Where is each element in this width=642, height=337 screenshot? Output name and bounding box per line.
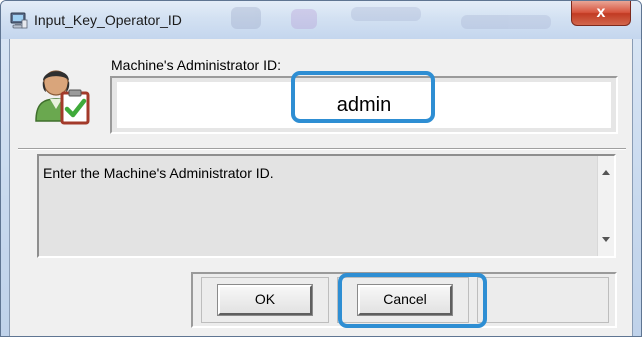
message-text: Enter the Machine's Administrator ID. [43,165,274,181]
scroll-down-arrow-icon[interactable] [602,237,610,242]
computer-icon [10,11,28,29]
scroll-up-arrow-icon[interactable] [602,170,610,175]
admin-id-label: Machine's Administrator ID: [111,57,281,73]
background-blur [211,5,571,33]
dialog-window: Input_Key_Operator_ID x Machine's Admini… [0,0,642,337]
cancel-button[interactable]: Cancel [357,284,453,316]
close-icon: x [596,4,606,21]
user-clipboard-icon [28,61,92,125]
button-panel: OK Cancel [191,272,617,328]
close-button[interactable]: x [571,1,631,26]
admin-id-frame [110,76,618,134]
message-box: Enter the Machine's Administrator ID. [37,154,616,258]
empty-button-slot [477,277,609,323]
title-bar[interactable]: Input_Key_Operator_ID x [1,1,641,39]
message-scrollbar[interactable] [597,156,614,256]
separator [18,148,626,150]
ok-button[interactable]: OK [217,284,313,316]
dialog-body: Machine's Administrator ID: Enter the Ma… [9,39,633,336]
admin-id-input[interactable] [117,82,611,128]
window-title: Input_Key_Operator_ID [34,12,182,28]
